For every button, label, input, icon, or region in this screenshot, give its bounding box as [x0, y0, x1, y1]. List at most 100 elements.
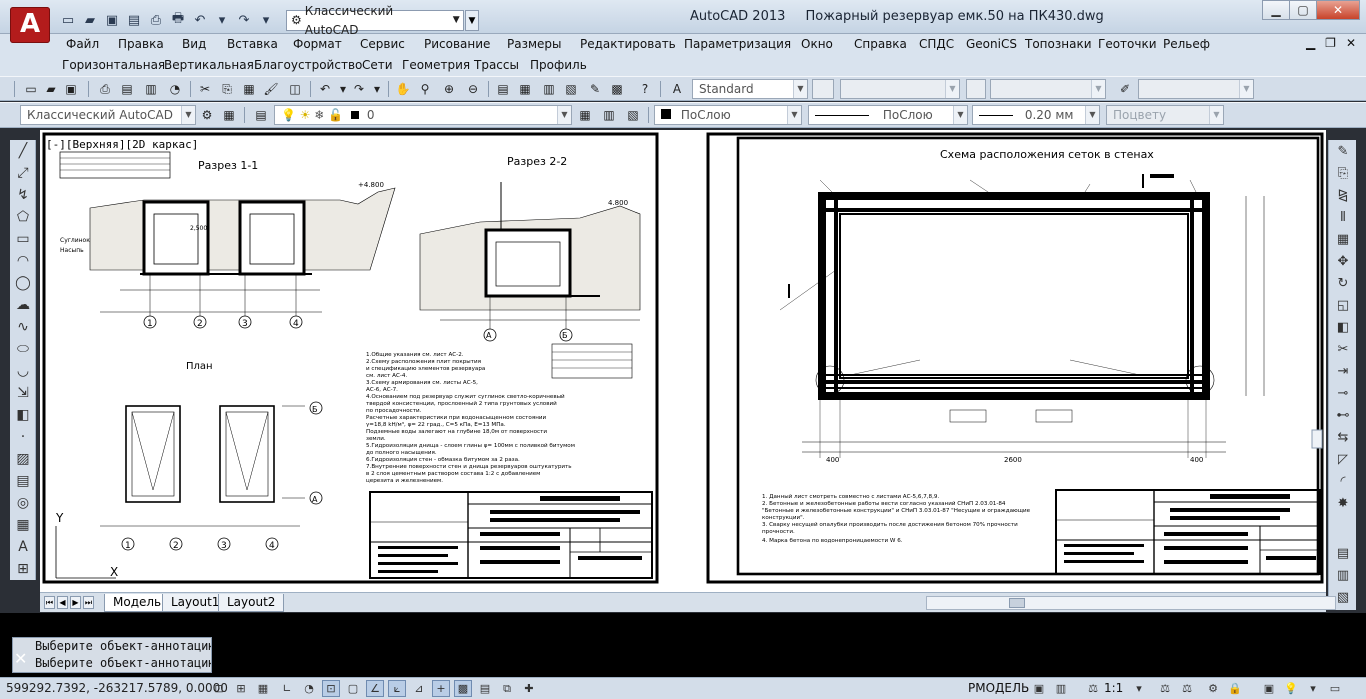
markup-icon[interactable]: ✎ [586, 80, 604, 98]
selection-cycling-icon[interactable]: ⧉ [498, 680, 516, 697]
color-combo[interactable]: ПоСлою ▼ [654, 105, 802, 125]
ellipse-arc-icon[interactable]: ◡ [14, 362, 32, 380]
menu-geopoints[interactable]: Геоточки [1098, 37, 1157, 51]
plot-icon[interactable]: ⎙ [146, 11, 166, 29]
open-folder-icon[interactable]: ▰ [80, 11, 100, 29]
copy-icon[interactable]: ⎘ [218, 80, 236, 98]
dim-style-icon-slot[interactable] [812, 79, 834, 99]
layer-states-icon[interactable]: ▧ [624, 106, 642, 124]
hatch-icon[interactable]: ▨ [14, 450, 32, 468]
doc-minimize-button[interactable]: ▁ [1306, 36, 1315, 50]
undo-icon[interactable]: ↶ [316, 80, 334, 98]
spline-icon[interactable]: ∿ [14, 318, 32, 336]
dynamic-ucs-icon[interactable]: ⟀ [388, 680, 406, 697]
object-snap-tracking-icon[interactable]: ∠ [366, 680, 384, 697]
rectangle-icon[interactable]: ▭ [14, 230, 32, 248]
bring-to-front-icon[interactable]: ▧ [1334, 588, 1352, 606]
doc-restore-button[interactable]: ❐ [1325, 36, 1336, 50]
workspace-switching-icon[interactable]: ⚙ [1204, 680, 1222, 697]
menu-spds[interactable]: СПДС [919, 37, 954, 51]
workspace-combo[interactable]: Классический AutoCAD ▼ [20, 105, 196, 125]
menu-profile[interactable]: Профиль [530, 58, 587, 72]
table-style-icon-slot[interactable] [966, 79, 986, 99]
gradient-icon[interactable]: ▤ [14, 472, 32, 490]
menu-draw[interactable]: Рисование [424, 37, 490, 51]
save-icon[interactable]: ▣ [102, 11, 122, 29]
line-icon[interactable]: ╱ [14, 142, 32, 160]
publish-icon[interactable]: ▥ [142, 80, 160, 98]
table-style-combo[interactable]: ▼ [990, 79, 1106, 99]
ellipse-icon[interactable]: ⬭ [14, 340, 32, 358]
explode-icon[interactable]: ✸ [1334, 494, 1352, 512]
last-tab-icon[interactable]: ⏭ [83, 596, 94, 609]
new-icon[interactable]: ▭ [22, 80, 40, 98]
layer-properties-icon[interactable]: ▤ [252, 106, 270, 124]
match-properties-icon[interactable]: 🖌 [262, 80, 280, 98]
menu-help[interactable]: Справка [854, 37, 907, 51]
object-snap-icon[interactable]: ⊡ [322, 680, 340, 697]
menu-toposigns[interactable]: Топознаки [1025, 37, 1092, 51]
maximize-button[interactable]: ▢ [1289, 0, 1317, 20]
text-style-combo[interactable]: Standard ▼ [692, 79, 808, 99]
workspace-selector[interactable]: ⚙ Классический AutoCAD ▼ [286, 4, 464, 37]
multileader-style-icon[interactable]: ✐ [1116, 80, 1134, 98]
paste-icon[interactable]: ▦ [240, 80, 258, 98]
multiline-text-icon[interactable]: A [14, 538, 32, 556]
menu-routes[interactable]: Трассы [474, 58, 519, 72]
menu-parametric[interactable]: Параметризация [684, 37, 791, 51]
menu-geonics[interactable]: GeoniCS [966, 37, 1017, 51]
pan-icon[interactable]: ✋ [394, 80, 412, 98]
chamfer-icon[interactable]: ◸ [1334, 450, 1352, 468]
design-center-icon[interactable]: ▦ [516, 80, 534, 98]
save-as-icon[interactable]: ▤ [124, 11, 144, 29]
make-current-layer-icon[interactable]: ▦ [576, 106, 594, 124]
doc-close-button[interactable]: ✕ [1346, 36, 1356, 50]
prev-tab-icon[interactable]: ◀ [57, 596, 68, 609]
ortho-mode-icon[interactable]: ∟ [278, 680, 296, 697]
copy-object-icon[interactable]: ⎘ [1334, 164, 1352, 182]
quick-view-layouts-icon[interactable]: ▣ [1030, 680, 1048, 697]
next-tab-icon[interactable]: ▶ [70, 596, 81, 609]
application-status-icon[interactable]: ▾ [1304, 680, 1322, 697]
plotstyle-combo[interactable]: Поцвету ▼ [1106, 105, 1224, 125]
text-to-front-icon[interactable]: ▥ [1334, 566, 1352, 584]
workspace-settings-icon[interactable]: ⚙ [198, 106, 216, 124]
zoom-previous-icon[interactable]: ⊖ [464, 80, 482, 98]
circle-icon[interactable]: ◯ [14, 274, 32, 292]
offset-icon[interactable]: ⫴ [1334, 208, 1352, 226]
vertical-scroll-thumb[interactable] [1311, 429, 1323, 449]
break-at-point-icon[interactable]: ⊸ [1334, 384, 1352, 402]
undo-dropdown-icon[interactable]: ▾ [212, 11, 232, 29]
menu-modify[interactable]: Редактировать [580, 37, 676, 51]
redo-icon[interactable]: ↷ [350, 80, 368, 98]
menu-edit[interactable]: Правка [118, 37, 164, 51]
annotation-scale-value[interactable]: 1:1 [1104, 681, 1123, 695]
point-icon[interactable]: · [14, 428, 32, 446]
polyline-icon[interactable]: ↯ [14, 186, 32, 204]
trim-icon[interactable]: ✂ [1334, 340, 1352, 358]
scroll-thumb[interactable] [1009, 598, 1025, 608]
model-space-toggle[interactable]: РМОДЕЛЬ [968, 681, 1029, 695]
multileader-style-combo[interactable]: ▼ [1138, 79, 1254, 99]
properties-icon[interactable]: ▤ [494, 80, 512, 98]
grid-display-icon[interactable]: ▦ [254, 680, 272, 697]
block-editor-icon[interactable]: ◫ [286, 80, 304, 98]
table-icon[interactable]: ▦ [14, 516, 32, 534]
menu-dimension[interactable]: Размеры [507, 37, 562, 51]
3d-object-snap-icon[interactable]: ▢ [344, 680, 362, 697]
menu-file[interactable]: Файл [66, 37, 99, 51]
mirror-icon[interactable]: ⧎ [1334, 186, 1352, 204]
polygon-icon[interactable]: ⬠ [14, 208, 32, 226]
redo-dropdown-icon[interactable]: ▾ [368, 80, 386, 98]
redo-dropdown-icon[interactable]: ▾ [256, 11, 276, 29]
revision-cloud-icon[interactable]: ☁ [14, 296, 32, 314]
menu-relief[interactable]: Рельеф [1163, 37, 1210, 51]
menu-insert[interactable]: Вставка [227, 37, 278, 51]
quick-properties-icon[interactable]: ▤ [476, 680, 494, 697]
erase-icon[interactable]: ✎ [1334, 142, 1352, 160]
close-button[interactable]: ✕ [1316, 0, 1360, 20]
menu-horizontal[interactable]: Горизонтальная [62, 58, 165, 72]
make-block-icon[interactable]: ◧ [14, 406, 32, 424]
infer-constraints-icon[interactable]: ⊡ [210, 680, 228, 697]
menu-landscaping[interactable]: Благоустройство [254, 58, 362, 72]
